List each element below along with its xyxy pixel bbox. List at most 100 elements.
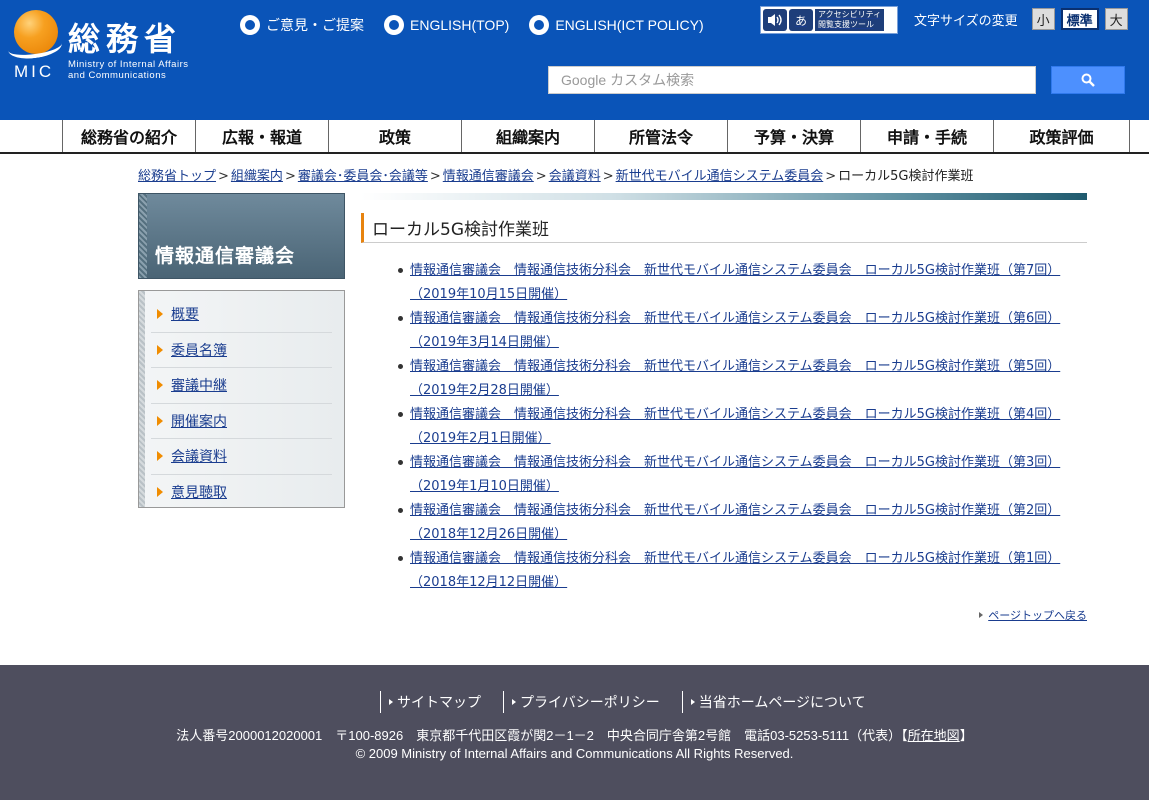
gnav-item-applications[interactable]: 申請・手続 [860, 120, 993, 152]
list-item: 情報通信審議会 情報通信技術分科会 新世代モバイル通信システム委員会 ローカル5… [396, 451, 1086, 499]
footer-link-privacy[interactable]: プライバシーポリシー [503, 691, 682, 713]
gnav-item-press[interactable]: 広報・報道 [195, 120, 328, 152]
toplink-opinion[interactable]: ご意見・ご提案 [240, 14, 364, 36]
sidebar-item-materials: 会議資料 [151, 439, 332, 475]
content-accent-bar [361, 193, 1087, 200]
logo-mark-icon [14, 10, 58, 54]
page-top-link[interactable]: ページトップへ戻る [988, 607, 1087, 623]
list-item: 情報通信審議会 情報通信技術分科会 新世代モバイル通信システム委員会 ローカル5… [396, 499, 1086, 547]
site-footer: サイトマップ プライバシーポリシー 当省ホームページについて 法人番号20000… [0, 665, 1149, 800]
meeting-link-date: （2019年10月15日開催） [410, 286, 568, 302]
sidebar-title: 情報通信審議会 [155, 245, 296, 267]
list-item: 情報通信審議会 情報通信技術分科会 新世代モバイル通信システム委員会 ローカル5… [396, 403, 1086, 451]
gnav-item-budget[interactable]: 予算・決算 [727, 120, 860, 152]
search-input[interactable]: Google カスタム検索 [548, 66, 1036, 94]
sidebar-item-link[interactable]: 開催案内 [171, 411, 227, 431]
page-top-link-wrap: ページトップへ戻る [979, 607, 1087, 623]
gnav-item-policy[interactable]: 政策 [328, 120, 461, 152]
gnav-item-organization[interactable]: 組織案内 [461, 120, 594, 152]
site-header: 総務省 MIC Ministry of Internal Affairs and… [0, 0, 1149, 120]
breadcrumb: 総務省トップ > 組織案内 > 審議会･委員会･会議等 > 情報通信審議会 > 会議資料 > 新世代… [138, 165, 974, 184]
meeting-link-title: 情報通信審議会 情報通信技術分科会 新世代モバイル通信システム委員会 ローカル5… [410, 407, 1061, 422]
meeting-link-title: 情報通信審議会 情報通信技術分科会 新世代モバイル通信システム委員会 ローカル5… [410, 263, 1061, 278]
search-button[interactable] [1051, 66, 1125, 94]
page-title: ローカル5G検討作業班 [361, 213, 1087, 243]
footer-map-link[interactable]: 所在地図 [908, 728, 960, 743]
gnav-item-about[interactable]: 総務省の紹介 [62, 120, 195, 152]
site-logo[interactable]: 総務省 MIC Ministry of Internal Affairs and… [12, 8, 222, 88]
breadcrumb-link[interactable]: 会議資料 [549, 169, 601, 184]
font-size-small-button[interactable]: 小 [1031, 8, 1055, 30]
global-nav-list: 総務省の紹介 広報・報道 政策 組織案内 所管法令 予算・決算 申請・手続 政策… [62, 120, 1130, 152]
triangle-right-icon [157, 451, 163, 462]
font-size-large-button[interactable]: 大 [1104, 8, 1128, 30]
meeting-list: 情報通信審議会 情報通信技術分科会 新世代モバイル通信システム委員会 ローカル5… [396, 259, 1086, 595]
breadcrumb-separator: > [602, 169, 614, 184]
breadcrumb-link[interactable]: 情報通信審議会 [443, 169, 534, 184]
toplink-label: ENGLISH(TOP) [410, 17, 510, 33]
breadcrumb-link[interactable]: 組織案内 [231, 169, 283, 184]
header-top-links: ご意見・ご提案 ENGLISH(TOP) ENGLISH(ICT POLICY) [240, 14, 704, 36]
gnav-item-evaluation[interactable]: 政策評価 [993, 120, 1130, 152]
meeting-link[interactable]: 情報通信審議会 情報通信技術分科会 新世代モバイル通信システム委員会 ローカル5… [410, 311, 1060, 350]
accessibility-tool-label: アクセシビリティ 閲覧支援ツール [815, 9, 885, 31]
triangle-right-icon [389, 699, 393, 705]
accessibility-tool-button[interactable]: あ アクセシビリティ 閲覧支援ツール [760, 6, 898, 34]
global-navigation: 総務省の紹介 広報・報道 政策 組織案内 所管法令 予算・決算 申請・手続 政策… [0, 120, 1149, 154]
breadcrumb-link[interactable]: 新世代モバイル通信システム委員会 [616, 169, 824, 184]
triangle-right-icon [690, 699, 695, 705]
footer-link-label: サイトマップ [397, 695, 481, 711]
meeting-link[interactable]: 情報通信審議会 情報通信技術分科会 新世代モバイル通信システム委員会 ローカル5… [410, 359, 1060, 398]
footer-copyright: © 2009 Ministry of Internal Affairs and … [355, 746, 794, 761]
breadcrumb-separator: > [284, 169, 296, 184]
sidebar-item-hearing: 意見聴取 [151, 475, 332, 511]
list-item: 情報通信審議会 情報通信技術分科会 新世代モバイル通信システム委員会 ローカル5… [396, 307, 1086, 355]
toplink-label: ご意見・ご提案 [266, 17, 364, 33]
meeting-link[interactable]: 情報通信審議会 情報通信技術分科会 新世代モバイル通信システム委員会 ローカル5… [410, 455, 1060, 494]
meeting-link-date: （2019年2月1日開催） [410, 430, 551, 446]
search-placeholder: カスタム検索 [610, 73, 695, 89]
meeting-link-date: （2019年2月28日開催） [410, 382, 559, 398]
circle-bullet-icon [240, 15, 260, 35]
list-item: 情報通信審議会 情報通信技術分科会 新世代モバイル通信システム委員会 ローカル5… [396, 355, 1086, 403]
breadcrumb-separator: > [218, 169, 229, 184]
meeting-link[interactable]: 情報通信審議会 情報通信技術分科会 新世代モバイル通信システム委員会 ローカル5… [410, 263, 1060, 302]
toplink-label: ENGLISH(ICT POLICY) [555, 17, 704, 33]
font-size-label: 文字サイズの変更 [914, 13, 1018, 29]
sidebar-item-link[interactable]: 会議資料 [171, 446, 227, 466]
sidebar-title-box: 情報通信審議会 [138, 193, 345, 279]
footer-link-about-site[interactable]: 当省ホームページについて [681, 691, 888, 713]
breadcrumb-link[interactable]: 審議会･委員会･会議等 [298, 169, 428, 184]
meeting-link-date: （2019年3月14日開催） [410, 334, 559, 350]
font-size-switcher: 文字サイズの変更 小 標準 大 [914, 8, 1128, 30]
sidebar-menu: 概要 委員名簿 審議中継 開催案内 会議資料 意見聴取 [138, 290, 345, 508]
list-item: 情報通信審議会 情報通信技術分科会 新世代モバイル通信システム委員会 ローカル5… [396, 259, 1086, 307]
footer-link-label: プライバシーポリシー [520, 695, 660, 711]
list-item: 情報通信審議会 情報通信技術分科会 新世代モバイル通信システム委員会 ローカル5… [396, 547, 1086, 595]
sidebar-item-link[interactable]: 委員名簿 [171, 340, 227, 360]
accessibility-tool-line2: 閲覧支援ツール [818, 20, 874, 29]
sidebar-item-members: 委員名簿 [151, 333, 332, 368]
font-size-standard-button[interactable]: 標準 [1060, 8, 1099, 30]
meeting-link-title: 情報通信審議会 情報通信技術分科会 新世代モバイル通信システム委員会 ローカル5… [410, 503, 1061, 518]
breadcrumb-separator: > [429, 169, 441, 184]
logo-english-line1: Ministry of Internal Affairs [68, 59, 189, 70]
hiragana-a-icon: あ [789, 9, 813, 31]
meeting-link-date: （2018年12月26日開催） [410, 526, 568, 542]
sidebar-item-link[interactable]: 審議中継 [171, 375, 227, 395]
toplink-english-ict[interactable]: ENGLISH(ICT POLICY) [529, 14, 704, 36]
meeting-link[interactable]: 情報通信審議会 情報通信技術分科会 新世代モバイル通信システム委員会 ローカル5… [410, 407, 1060, 446]
footer-link-label: 当省ホームページについて [698, 695, 866, 711]
sidebar-item-link[interactable]: 概要 [171, 304, 199, 324]
circle-bullet-icon [384, 15, 404, 35]
toplink-english-top[interactable]: ENGLISH(TOP) [384, 14, 509, 36]
sidebar-item-broadcast: 審議中継 [151, 368, 332, 404]
sidebar-item-link[interactable]: 意見聴取 [171, 482, 227, 502]
breadcrumb-link[interactable]: 総務省トップ [138, 169, 216, 184]
gnav-item-laws[interactable]: 所管法令 [594, 120, 727, 152]
meeting-link[interactable]: 情報通信審議会 情報通信技術分科会 新世代モバイル通信システム委員会 ローカル5… [410, 503, 1060, 542]
footer-link-sitemap[interactable]: サイトマップ [380, 691, 503, 713]
meeting-link-title: 情報通信審議会 情報通信技術分科会 新世代モバイル通信システム委員会 ローカル5… [410, 455, 1061, 470]
footer-address-text: 法人番号2000012020001 〒100-8926 東京都千代田区霞が関2－… [176, 728, 908, 743]
meeting-link[interactable]: 情報通信審議会 情報通信技術分科会 新世代モバイル通信システム委員会 ローカル5… [410, 551, 1060, 590]
